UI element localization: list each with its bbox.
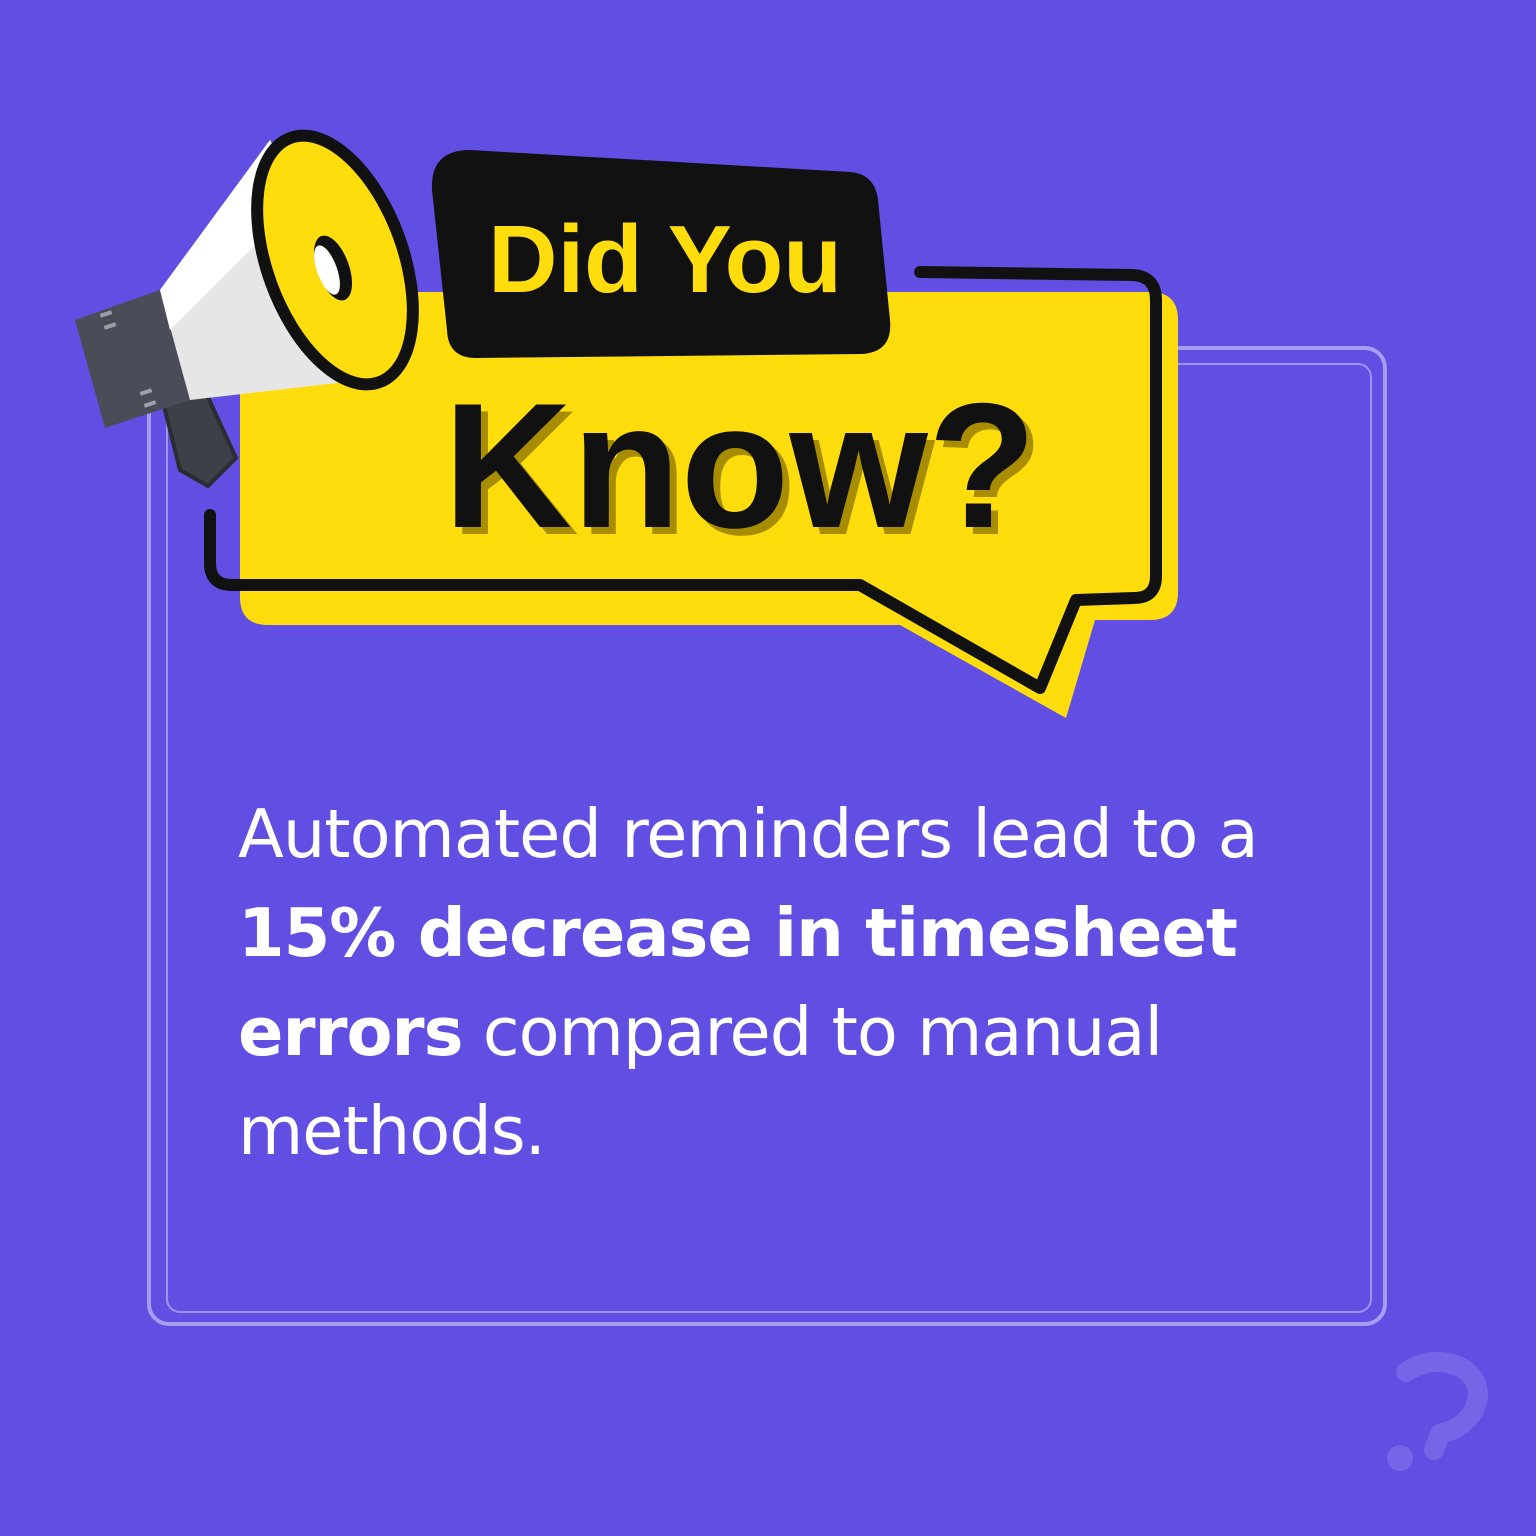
- did-you-know-header: Did You Know? Know?: [75, 129, 1178, 718]
- fact-part5: methods.: [238, 1092, 546, 1170]
- fact-highlight-2: errors: [238, 993, 463, 1071]
- fact-highlight-1: 15% decrease in timesheet: [238, 894, 1238, 972]
- badge-line2: Know?: [443, 366, 1036, 565]
- question-mark-icon: [1387, 1352, 1488, 1471]
- fact-part4: compared to manual: [462, 993, 1163, 1071]
- fact-text: Automated reminders lead to a 15% decreas…: [238, 785, 1338, 1181]
- badge-line1: Did You: [488, 206, 842, 313]
- fact-part1: Automated reminders lead to a: [238, 795, 1259, 873]
